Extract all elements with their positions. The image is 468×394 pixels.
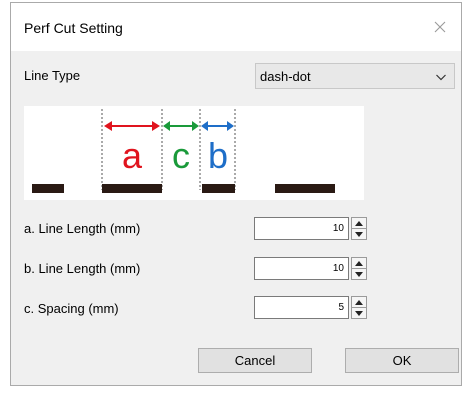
- field-label-c: c. Spacing (mm): [24, 301, 119, 316]
- spin-up-icon: [355, 260, 363, 266]
- dash-segment: [202, 184, 235, 193]
- spin-down-button[interactable]: [352, 229, 366, 239]
- chevron-down-icon: [436, 74, 446, 81]
- dash-segment: [32, 184, 64, 193]
- line-length-b-input[interactable]: 10: [254, 257, 349, 280]
- arrow-c: [163, 121, 199, 131]
- spin-up-button[interactable]: [352, 297, 366, 308]
- spacing-c-spinner[interactable]: [351, 296, 367, 319]
- spin-down-icon: [355, 310, 363, 316]
- close-icon: [434, 21, 446, 33]
- letter-c: c: [172, 135, 190, 176]
- perf-cut-dialog: Perf Cut Setting Line Type dash-dot a c …: [10, 2, 462, 386]
- arrow-a: [104, 121, 160, 131]
- line-type-label: Line Type: [24, 68, 81, 83]
- spin-up-icon: [355, 220, 363, 226]
- spacing-c-input[interactable]: 5: [254, 296, 349, 319]
- spin-down-button[interactable]: [352, 308, 366, 318]
- ok-button[interactable]: OK: [345, 348, 459, 373]
- line-length-a-input[interactable]: 10: [254, 217, 349, 240]
- close-button[interactable]: [419, 3, 461, 51]
- letter-a: a: [122, 135, 143, 176]
- field-label-b: b. Line Length (mm): [24, 261, 141, 276]
- dialog-title: Perf Cut Setting: [24, 20, 123, 36]
- perf-cut-preview: a c b: [24, 106, 364, 200]
- title-bar: Perf Cut Setting: [11, 3, 461, 51]
- spin-up-button[interactable]: [352, 258, 366, 269]
- line-length-b-spinner[interactable]: [351, 257, 367, 280]
- line-length-a-spinner[interactable]: [351, 217, 367, 240]
- letter-b: b: [208, 135, 228, 176]
- spin-down-icon: [355, 271, 363, 277]
- spin-down-button[interactable]: [352, 269, 366, 279]
- spin-up-button[interactable]: [352, 218, 366, 229]
- line-type-value: dash-dot: [260, 68, 311, 84]
- cancel-button[interactable]: Cancel: [198, 348, 312, 373]
- spin-up-icon: [355, 299, 363, 305]
- dash-segment: [275, 184, 335, 193]
- line-type-select[interactable]: dash-dot: [255, 63, 455, 89]
- dash-segment: [102, 184, 162, 193]
- perf-diagram: a c b: [32, 109, 335, 193]
- arrow-b: [201, 121, 234, 131]
- field-label-a: a. Line Length (mm): [24, 221, 141, 236]
- spin-down-icon: [355, 231, 363, 237]
